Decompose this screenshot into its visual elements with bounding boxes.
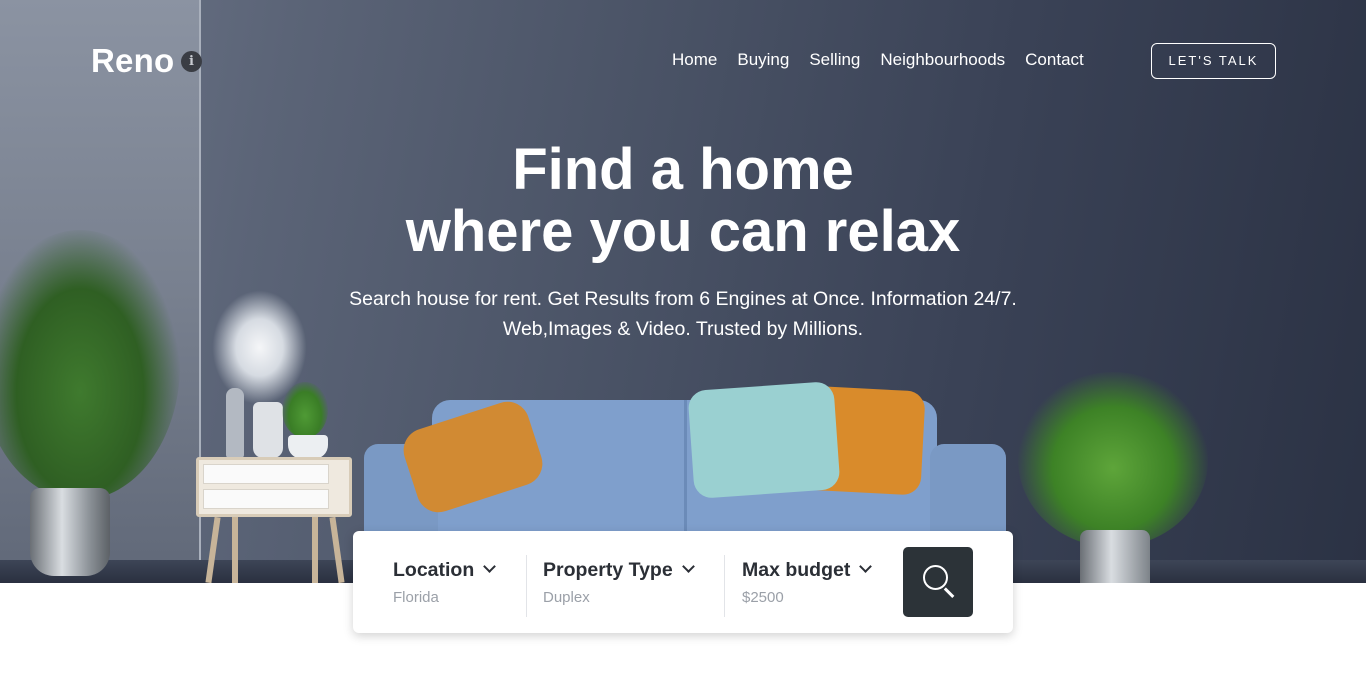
nav-item-buying[interactable]: Buying — [737, 50, 789, 70]
hero-title-line1: Find a home — [512, 137, 854, 202]
hero-subtitle: Search house for rent. Get Results from … — [0, 284, 1366, 344]
property-type-dropdown[interactable]: Property Type Duplex — [543, 531, 713, 633]
field-divider — [724, 555, 725, 617]
search-button[interactable] — [903, 547, 973, 617]
silver-pot-left — [30, 488, 110, 576]
field-divider — [526, 555, 527, 617]
teal-pillow — [687, 381, 841, 499]
location-value: Florida — [393, 589, 439, 606]
property-search-bar: Location Florida Property Type Duplex Ma… — [353, 531, 1013, 633]
chevron-down-icon — [681, 560, 695, 573]
hero-section: Reno i Home Buying Selling Neighbourhood… — [0, 0, 1366, 583]
hero-subtitle-line1: Search house for rent. Get Results from … — [349, 288, 1017, 310]
nav-item-neighbourhoods[interactable]: Neighbourhoods — [880, 50, 1005, 70]
small-white-pot — [288, 435, 328, 459]
property-type-value: Duplex — [543, 589, 590, 606]
sofa-seam — [684, 400, 687, 535]
chevron-down-icon — [483, 560, 497, 573]
main-nav: Home Buying Selling Neighbourhoods Conta… — [672, 50, 1084, 70]
metal-bottle — [226, 388, 244, 458]
white-vase — [253, 402, 283, 458]
info-icon[interactable]: i — [181, 51, 202, 72]
table-leg — [232, 517, 238, 583]
max-budget-dropdown[interactable]: Max budget $2500 — [742, 531, 892, 633]
property-type-label[interactable]: Property Type — [543, 559, 695, 582]
succulent-plant — [282, 382, 328, 438]
location-dropdown[interactable]: Location Florida — [393, 531, 523, 633]
max-budget-label[interactable]: Max budget — [742, 559, 873, 582]
nav-item-selling[interactable]: Selling — [809, 50, 860, 70]
location-label-text: Location — [393, 559, 475, 581]
chevron-down-icon — [859, 560, 873, 573]
hero-title-line2: where you can relax — [405, 199, 961, 264]
leafy-plant-right — [1018, 372, 1208, 547]
nav-item-home[interactable]: Home — [672, 50, 717, 70]
property-type-label-text: Property Type — [543, 559, 673, 581]
hero-title: Find a home where you can relax — [0, 139, 1366, 263]
side-table-drawer-bottom — [203, 489, 329, 509]
lets-talk-button[interactable]: LET'S TALK — [1151, 43, 1276, 79]
location-label[interactable]: Location — [393, 559, 497, 582]
brand-logo[interactable]: Reno — [91, 42, 174, 80]
nav-item-contact[interactable]: Contact — [1025, 50, 1084, 70]
max-budget-label-text: Max budget — [742, 559, 851, 581]
side-table-drawer-top — [203, 464, 329, 484]
hero-subtitle-line2: Web,Images & Video. Trusted by Millions. — [502, 318, 864, 340]
max-budget-value: $2500 — [742, 589, 784, 606]
silver-pot-right — [1080, 530, 1150, 583]
table-leg — [312, 517, 318, 583]
